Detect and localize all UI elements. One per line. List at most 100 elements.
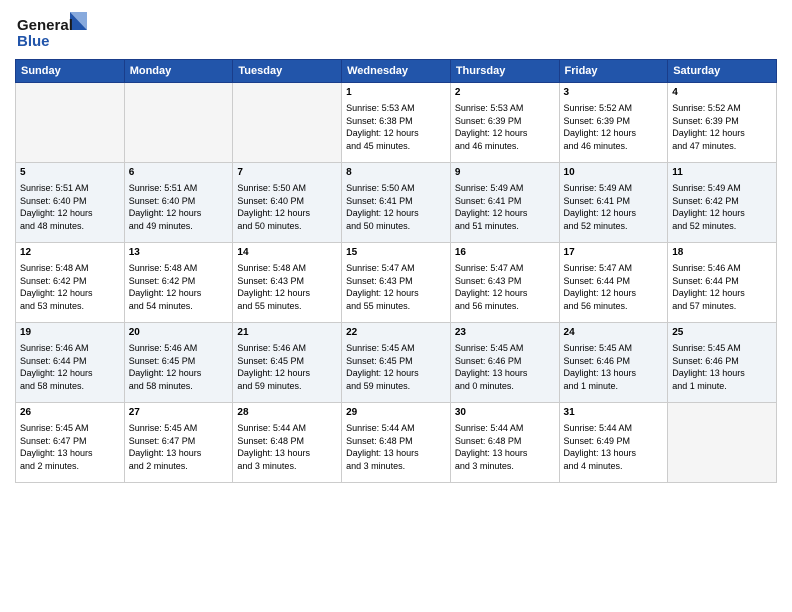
day-info: Sunset: 6:40 PM [237, 195, 337, 208]
calendar-cell: 7Sunrise: 5:50 AMSunset: 6:40 PMDaylight… [233, 163, 342, 243]
calendar-cell [233, 83, 342, 163]
day-info: and 58 minutes. [20, 380, 120, 393]
day-info: Sunset: 6:46 PM [455, 355, 555, 368]
day-info: Sunset: 6:40 PM [129, 195, 229, 208]
day-number: 28 [237, 406, 337, 420]
day-info: Daylight: 12 hours [346, 127, 446, 140]
calendar-cell: 20Sunrise: 5:46 AMSunset: 6:45 PMDayligh… [124, 323, 233, 403]
day-info: Daylight: 12 hours [455, 207, 555, 220]
day-info: Sunset: 6:41 PM [455, 195, 555, 208]
day-number: 16 [455, 246, 555, 260]
calendar-cell: 29Sunrise: 5:44 AMSunset: 6:48 PMDayligh… [342, 403, 451, 483]
calendar-cell: 3Sunrise: 5:52 AMSunset: 6:39 PMDaylight… [559, 83, 668, 163]
day-info: Daylight: 12 hours [564, 127, 664, 140]
calendar-cell: 16Sunrise: 5:47 AMSunset: 6:43 PMDayligh… [450, 243, 559, 323]
day-info: Sunrise: 5:48 AM [20, 262, 120, 275]
day-info: Daylight: 12 hours [346, 367, 446, 380]
weekday-header: Sunday [16, 60, 125, 83]
day-number: 23 [455, 326, 555, 340]
calendar-cell: 13Sunrise: 5:48 AMSunset: 6:42 PMDayligh… [124, 243, 233, 323]
calendar-week-row: 19Sunrise: 5:46 AMSunset: 6:44 PMDayligh… [16, 323, 777, 403]
day-info: Sunset: 6:45 PM [129, 355, 229, 368]
calendar-week-row: 5Sunrise: 5:51 AMSunset: 6:40 PMDaylight… [16, 163, 777, 243]
day-info: and 50 minutes. [237, 220, 337, 233]
day-info: Sunrise: 5:48 AM [129, 262, 229, 275]
day-info: Sunrise: 5:46 AM [672, 262, 772, 275]
day-info: Daylight: 13 hours [564, 367, 664, 380]
day-info: Daylight: 13 hours [129, 447, 229, 460]
day-info: Sunrise: 5:47 AM [346, 262, 446, 275]
day-number: 6 [129, 166, 229, 180]
calendar-cell: 6Sunrise: 5:51 AMSunset: 6:40 PMDaylight… [124, 163, 233, 243]
day-number: 4 [672, 86, 772, 100]
day-number: 11 [672, 166, 772, 180]
day-info: and 3 minutes. [346, 460, 446, 473]
day-info: and 47 minutes. [672, 140, 772, 153]
day-info: Sunset: 6:41 PM [564, 195, 664, 208]
day-info: and 56 minutes. [455, 300, 555, 313]
day-info: and 55 minutes. [237, 300, 337, 313]
day-info: Daylight: 13 hours [237, 447, 337, 460]
day-info: Sunrise: 5:51 AM [20, 182, 120, 195]
day-info: Sunset: 6:43 PM [346, 275, 446, 288]
day-info: Sunrise: 5:45 AM [455, 342, 555, 355]
day-info: and 57 minutes. [672, 300, 772, 313]
day-number: 21 [237, 326, 337, 340]
day-info: Daylight: 12 hours [346, 207, 446, 220]
day-info: Sunrise: 5:44 AM [564, 422, 664, 435]
calendar-week-row: 1Sunrise: 5:53 AMSunset: 6:38 PMDaylight… [16, 83, 777, 163]
day-info: Sunrise: 5:45 AM [346, 342, 446, 355]
day-number: 8 [346, 166, 446, 180]
day-info: and 45 minutes. [346, 140, 446, 153]
day-info: Sunset: 6:43 PM [237, 275, 337, 288]
day-info: Sunrise: 5:46 AM [129, 342, 229, 355]
day-number: 31 [564, 406, 664, 420]
weekday-header: Thursday [450, 60, 559, 83]
day-info: Sunrise: 5:47 AM [455, 262, 555, 275]
day-info: and 59 minutes. [237, 380, 337, 393]
weekday-header: Monday [124, 60, 233, 83]
calendar-cell: 24Sunrise: 5:45 AMSunset: 6:46 PMDayligh… [559, 323, 668, 403]
day-info: Sunrise: 5:49 AM [564, 182, 664, 195]
day-info: Sunrise: 5:46 AM [237, 342, 337, 355]
calendar-cell: 9Sunrise: 5:49 AMSunset: 6:41 PMDaylight… [450, 163, 559, 243]
day-info: and 48 minutes. [20, 220, 120, 233]
day-info: Sunrise: 5:44 AM [237, 422, 337, 435]
day-info: and 51 minutes. [455, 220, 555, 233]
day-info: Sunrise: 5:46 AM [20, 342, 120, 355]
calendar-cell: 1Sunrise: 5:53 AMSunset: 6:38 PMDaylight… [342, 83, 451, 163]
day-info: and 1 minute. [564, 380, 664, 393]
calendar-week-row: 26Sunrise: 5:45 AMSunset: 6:47 PMDayligh… [16, 403, 777, 483]
day-info: and 52 minutes. [564, 220, 664, 233]
day-info: Daylight: 12 hours [129, 207, 229, 220]
day-info: Sunrise: 5:47 AM [564, 262, 664, 275]
day-info: Daylight: 12 hours [20, 367, 120, 380]
calendar-cell: 23Sunrise: 5:45 AMSunset: 6:46 PMDayligh… [450, 323, 559, 403]
day-info: Sunrise: 5:44 AM [455, 422, 555, 435]
day-number: 17 [564, 246, 664, 260]
day-info: Sunset: 6:44 PM [564, 275, 664, 288]
day-info: Daylight: 12 hours [455, 127, 555, 140]
header: GeneralBlue [15, 10, 777, 55]
calendar-cell: 2Sunrise: 5:53 AMSunset: 6:39 PMDaylight… [450, 83, 559, 163]
day-info: and 4 minutes. [564, 460, 664, 473]
day-info: Sunset: 6:39 PM [672, 115, 772, 128]
day-info: Daylight: 12 hours [129, 287, 229, 300]
calendar-cell: 11Sunrise: 5:49 AMSunset: 6:42 PMDayligh… [668, 163, 777, 243]
day-info: Sunrise: 5:45 AM [129, 422, 229, 435]
day-info: Sunset: 6:42 PM [672, 195, 772, 208]
calendar-cell: 27Sunrise: 5:45 AMSunset: 6:47 PMDayligh… [124, 403, 233, 483]
calendar-table: SundayMondayTuesdayWednesdayThursdayFrid… [15, 59, 777, 483]
day-info: Sunrise: 5:50 AM [237, 182, 337, 195]
day-info: Daylight: 12 hours [672, 287, 772, 300]
day-info: Sunset: 6:48 PM [237, 435, 337, 448]
day-number: 14 [237, 246, 337, 260]
calendar-cell: 22Sunrise: 5:45 AMSunset: 6:45 PMDayligh… [342, 323, 451, 403]
day-number: 5 [20, 166, 120, 180]
day-info: Sunrise: 5:50 AM [346, 182, 446, 195]
calendar-cell: 19Sunrise: 5:46 AMSunset: 6:44 PMDayligh… [16, 323, 125, 403]
day-info: and 50 minutes. [346, 220, 446, 233]
calendar-cell: 5Sunrise: 5:51 AMSunset: 6:40 PMDaylight… [16, 163, 125, 243]
day-number: 24 [564, 326, 664, 340]
day-info: Sunrise: 5:53 AM [346, 102, 446, 115]
